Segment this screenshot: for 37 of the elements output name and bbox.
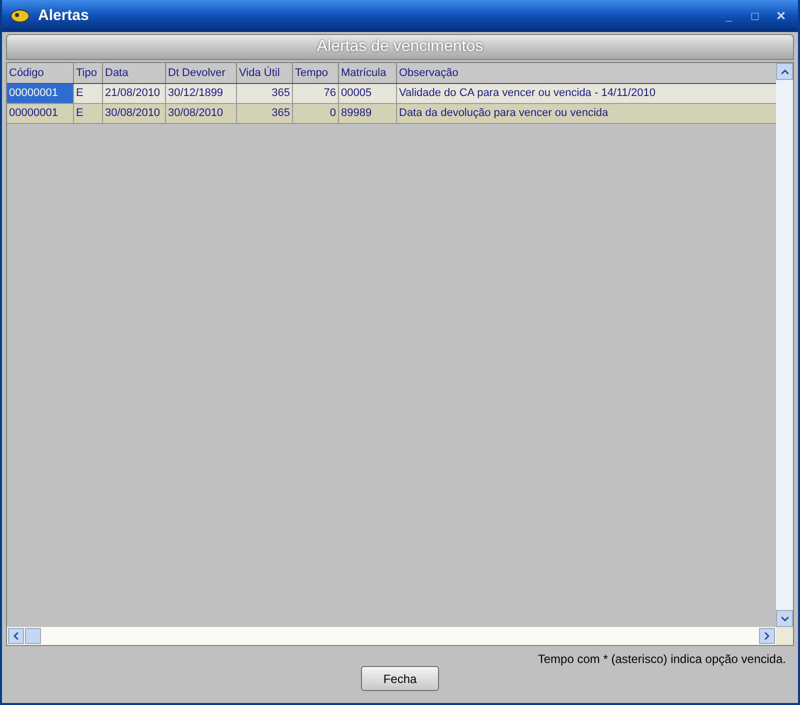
column-header[interactable]: Código [7,63,74,83]
table-cell[interactable]: 0 [293,104,339,123]
table-cell[interactable]: 00000001 [7,84,74,103]
table-cell[interactable]: 365 [237,104,293,123]
horizontal-scrollbar[interactable] [7,627,776,645]
window-title: Alertas [38,6,89,26]
scroll-thumb[interactable] [25,628,41,644]
column-header[interactable]: Vida Útil [237,63,293,83]
app-icon [10,8,30,24]
footer-note: Tempo com * (asterisco) indica opção vencida. [538,651,786,668]
section-header: Alertas de vencimentos [6,34,794,60]
table-cell[interactable]: 21/08/2010 [103,84,166,103]
table-cell[interactable]: 30/08/2010 [103,104,166,123]
column-header[interactable]: Matrícula [339,63,397,83]
table-cell[interactable]: E [74,84,103,103]
table-cell[interactable]: 30/12/1899 [166,84,237,103]
maximize-button[interactable]: □ [746,7,764,25]
close-button[interactable]: ✕ [772,7,790,25]
column-header[interactable]: Tempo [293,63,339,83]
column-header[interactable]: Dt Devolver [166,63,237,83]
scroll-right-button[interactable] [759,628,775,644]
minimize-button[interactable]: _ [720,7,738,25]
scroll-down-button[interactable] [776,610,793,627]
table-cell[interactable]: 30/08/2010 [166,104,237,123]
scrollbar-corner [776,627,793,645]
table-cell[interactable]: 365 [237,84,293,103]
scroll-left-button[interactable] [8,628,24,644]
column-header[interactable]: Data [103,63,166,83]
table-cell[interactable]: E [74,104,103,123]
scroll-up-button[interactable] [776,63,793,80]
column-header[interactable]: Tipo [74,63,103,83]
table-cell[interactable]: 00005 [339,84,397,103]
table-cell[interactable]: 00000001 [7,104,74,123]
table-cell[interactable]: 89989 [339,104,397,123]
close-button[interactable]: Fecha [361,666,439,691]
table-cell[interactable]: 76 [293,84,339,103]
vertical-scrollbar[interactable] [776,63,793,627]
